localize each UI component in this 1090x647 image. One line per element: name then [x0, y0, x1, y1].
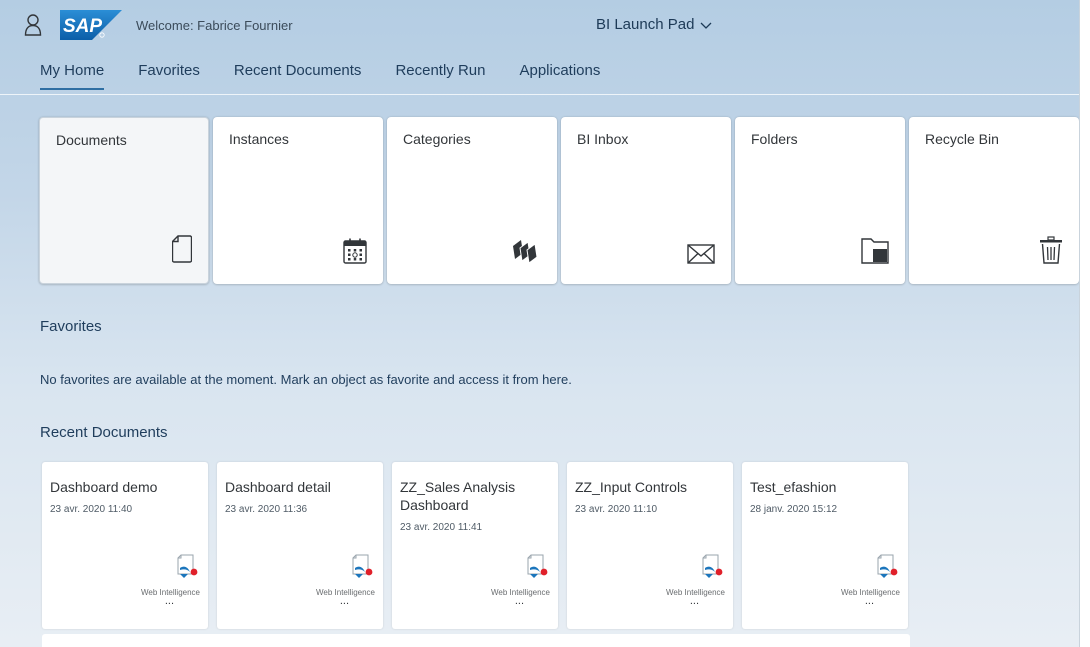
tab-recently-run[interactable]: Recently Run	[395, 62, 485, 92]
tile-label: Categories	[403, 131, 471, 147]
tab-recent-documents[interactable]: Recent Documents	[234, 62, 362, 92]
sap-logo-text: SAP	[63, 16, 102, 37]
tile-instances[interactable]: Instances	[213, 117, 383, 284]
categories-icon	[513, 240, 538, 264]
home-tiles: Documents Instances Categories BI Inbox …	[39, 117, 1079, 284]
next-section-panel	[42, 634, 910, 647]
document-title: ZZ_Input Controls	[575, 479, 688, 495]
shell-header: SAP Welcome: Fabrice Fournier BI Launch …	[0, 0, 1079, 48]
document-date: 23 avr. 2020 11:40	[50, 504, 133, 515]
tile-documents[interactable]: Documents	[39, 117, 209, 284]
tile-folders[interactable]: Folders	[735, 117, 905, 284]
tile-label: Documents	[56, 132, 127, 148]
user-icon[interactable]	[24, 14, 42, 36]
tile-bi-inbox[interactable]: BI Inbox	[561, 117, 731, 284]
more-actions-icon[interactable]: ...	[690, 595, 699, 607]
recent-documents-title: Recent Documents	[40, 424, 168, 441]
window-margin	[1080, 0, 1090, 647]
tile-recycle-bin[interactable]: Recycle Bin	[909, 117, 1079, 284]
recent-document-card[interactable]: ZZ_Input Controls 23 avr. 2020 11:10 Web…	[567, 462, 733, 629]
webi-document-icon	[877, 554, 898, 578]
trash-icon	[1040, 236, 1062, 264]
recent-document-card[interactable]: Test_efashion 28 janv. 2020 15:12 Web In…	[742, 462, 908, 629]
recent-documents-list: Dashboard demo 23 avr. 2020 11:40 Web In…	[42, 462, 908, 629]
webi-document-icon	[702, 554, 723, 578]
chevron-down-icon	[700, 22, 712, 29]
document-title: Test_efashion	[750, 479, 837, 495]
document-date: 28 janv. 2020 15:12	[750, 504, 838, 515]
more-actions-icon[interactable]: ...	[165, 595, 174, 607]
webi-document-icon	[352, 554, 373, 578]
recent-document-card[interactable]: Dashboard demo 23 avr. 2020 11:40 Web In…	[42, 462, 208, 629]
sap-logo: SAP	[60, 10, 122, 40]
welcome-text: Welcome: Fabrice Fournier	[136, 18, 293, 33]
favorites-title: Favorites	[40, 318, 102, 335]
document-title: Dashboard detail	[225, 479, 331, 495]
tile-label: BI Inbox	[577, 131, 629, 147]
tab-my-home[interactable]: My Home	[40, 62, 105, 92]
tab-applications[interactable]: Applications	[519, 62, 600, 92]
more-actions-icon[interactable]: ...	[340, 595, 349, 607]
tab-divider	[0, 94, 1079, 95]
tile-label: Instances	[229, 131, 289, 147]
nav-tabs: My Home Favorites Recent Documents Recen…	[40, 62, 634, 92]
document-title: Dashboard demo	[50, 479, 158, 495]
favorites-empty-message: No favorites are available at the moment…	[40, 372, 572, 387]
launchpad-window: SAP Welcome: Fabrice Fournier BI Launch …	[0, 0, 1080, 647]
webi-document-icon	[177, 554, 198, 578]
tile-categories[interactable]: Categories	[387, 117, 557, 284]
more-actions-icon[interactable]: ...	[515, 595, 524, 607]
recent-document-card[interactable]: Dashboard detail 23 avr. 2020 11:36 Web …	[217, 462, 383, 629]
recent-document-card[interactable]: ZZ_Sales Analysis Dashboard 23 avr. 2020…	[392, 462, 558, 629]
tile-label: Folders	[751, 131, 798, 147]
document-date: 23 avr. 2020 11:10	[575, 504, 658, 515]
more-actions-icon[interactable]: ...	[865, 595, 874, 607]
folder-icon	[861, 238, 889, 264]
document-date: 23 avr. 2020 11:41	[400, 522, 483, 533]
tile-label: Recycle Bin	[925, 131, 999, 147]
tab-favorites[interactable]: Favorites	[138, 62, 200, 92]
document-date: 23 avr. 2020 11:36	[225, 504, 308, 515]
webi-document-icon	[527, 554, 548, 578]
document-icon	[172, 235, 192, 263]
app-title: BI Launch Pad	[596, 16, 695, 33]
document-title: ZZ_Sales Analysis Dashboard	[400, 479, 516, 513]
app-title-menu[interactable]: BI Launch Pad	[596, 16, 712, 33]
envelope-icon	[687, 244, 715, 264]
calendar-icon	[343, 238, 367, 264]
